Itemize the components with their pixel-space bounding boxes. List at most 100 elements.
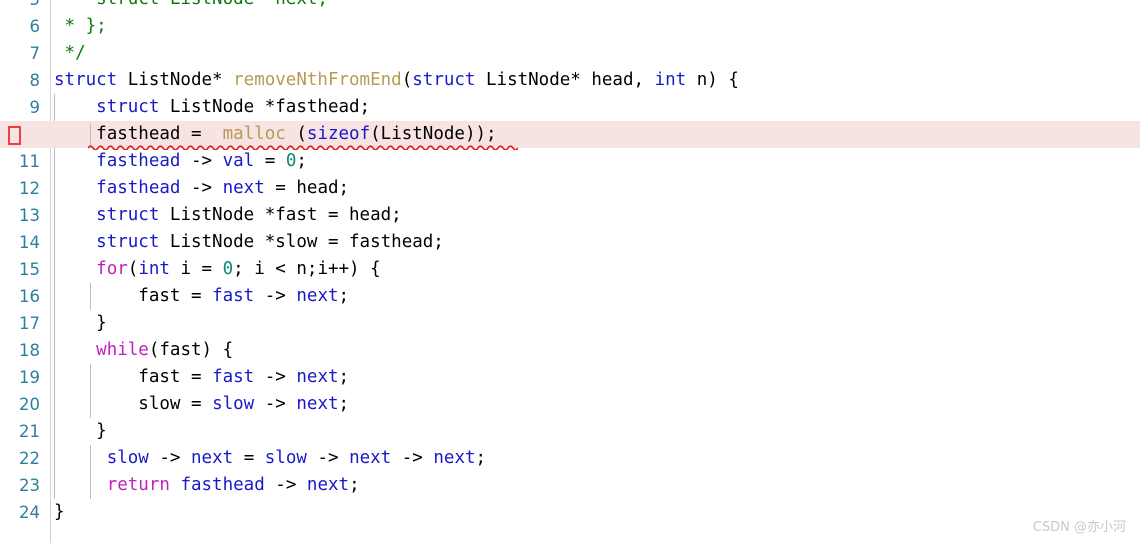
code-line[interactable]: 8 struct ListNode* removeNthFromEnd(stru… [0, 67, 1140, 94]
token-type: ListNode* [117, 70, 234, 90]
token-variable: fast [212, 367, 255, 387]
token-tail: ) { [201, 340, 234, 360]
token-arrow: -> [180, 178, 223, 198]
line-content: slow -> next = slow -> next -> next; [54, 445, 486, 472]
token-keyword-while: while [96, 340, 149, 360]
token-field: next [296, 394, 339, 414]
line-content: fast = fast -> next; [54, 283, 349, 310]
line-content: struct ListNode *next; [54, 0, 328, 13]
code-line[interactable]: 21 } [0, 418, 1140, 445]
token-keyword-for: for [96, 259, 128, 279]
token-paren: ( [148, 340, 160, 360]
token-operator: = [180, 286, 213, 306]
token-field: next [433, 448, 476, 468]
code-editor[interactable]: 5 struct ListNode *next; 6 * }; 7 */ 8 s… [0, 0, 1140, 543]
token-field: next [349, 448, 392, 468]
token-keyword-return: return [106, 475, 170, 495]
code-line[interactable]: 17 } [0, 310, 1140, 337]
line-content: struct ListNode* removeNthFromEnd(struct… [54, 67, 739, 94]
token-keyword-struct: struct [412, 70, 476, 90]
token-init: i = [169, 259, 223, 279]
line-content: fasthead = malloc (sizeof(ListNode)); [54, 121, 497, 148]
line-number: 24 [19, 503, 40, 522]
code-lines-container[interactable]: 5 struct ListNode *next; 6 * }; 7 */ 8 s… [0, 0, 1140, 526]
line-content: * }; [54, 16, 107, 36]
token-arrow: -> [306, 448, 350, 468]
token-arrow: -> [254, 394, 297, 414]
token-variable: slow [106, 448, 149, 468]
token-assign-target: fast [138, 367, 181, 387]
token-keyword-struct: struct [54, 70, 118, 90]
token-semicolon: ; [296, 151, 307, 171]
code-line-error[interactable]: fasthead = malloc (sizeof(ListNode)); [0, 121, 1140, 150]
line-number: 6 [29, 17, 41, 36]
line-number: 19 [19, 368, 40, 387]
token-keyword-int: int [138, 259, 170, 279]
token-variable: slow [264, 448, 307, 468]
code-line[interactable]: 16 fast = fast -> next; [0, 283, 1140, 310]
token-field: next [222, 178, 265, 198]
line-content: fast = fast -> next; [54, 364, 349, 391]
code-line[interactable]: 12 fasthead -> next = head; [0, 175, 1140, 202]
token-assign-target: fast [138, 286, 181, 306]
token-field: next [296, 286, 339, 306]
line-number: 17 [19, 314, 40, 333]
code-line[interactable]: 6 * }; [0, 13, 1140, 40]
code-line[interactable]: 18 while(fast) { [0, 337, 1140, 364]
token-field: val [222, 151, 255, 171]
token-keyword-struct: struct [96, 97, 160, 117]
line-number: 13 [19, 206, 40, 225]
line-number: 22 [19, 449, 40, 468]
line-content: fasthead -> next = head; [54, 175, 349, 202]
token-field: next [296, 367, 339, 387]
code-line[interactable]: 20 slow = slow -> next; [0, 391, 1140, 418]
token-operator: = [180, 367, 213, 387]
line-number: 11 [19, 152, 40, 171]
line-content: fasthead -> val = 0; [54, 148, 307, 175]
token-arrow: -> [391, 448, 434, 468]
token-tail: (ListNode)); [370, 124, 497, 144]
line-content: } [54, 499, 65, 526]
code-line[interactable]: 9 struct ListNode *fasthead; [0, 94, 1140, 121]
code-line[interactable]: 11 fasthead -> val = 0; [0, 148, 1140, 175]
code-line[interactable]: 15 for(int i = 0; i < n;i++) { [0, 256, 1140, 283]
token-brace: } [96, 421, 107, 441]
token-paren: ( [285, 124, 307, 144]
token-operator: = [233, 448, 265, 468]
token-variable: fasthead [96, 178, 181, 198]
code-line[interactable]: 14 struct ListNode *slow = fasthead; [0, 229, 1140, 256]
code-line[interactable]: 22 slow -> next = slow -> next -> next; [0, 445, 1140, 472]
code-line[interactable]: 19 fast = fast -> next; [0, 364, 1140, 391]
token-arrow: -> [148, 448, 191, 468]
code-line[interactable]: 24 } [0, 499, 1140, 526]
token-arrow: -> [254, 286, 297, 306]
token-arrow: -> [264, 475, 307, 495]
line-number: 20 [19, 395, 40, 414]
token-function-name: removeNthFromEnd [233, 70, 402, 90]
token-variable: fast [212, 286, 255, 306]
token-variable: fasthead [96, 124, 181, 144]
line-number: 21 [19, 422, 40, 441]
line-number: 12 [19, 179, 40, 198]
token-param: ListNode* head, [475, 70, 655, 90]
token-field: next [306, 475, 350, 495]
token-paren: ( [401, 70, 413, 90]
token-decl: ListNode *fasthead; [159, 97, 371, 117]
token-tail: n) { [686, 70, 739, 90]
code-line[interactable]: 23 return fasthead -> next; [0, 472, 1140, 499]
code-line[interactable]: 5 struct ListNode *next; [0, 0, 1140, 13]
line-content: while(fast) { [54, 337, 233, 364]
code-line[interactable]: 13 struct ListNode *fast = head; [0, 202, 1140, 229]
token-variable: fast [159, 340, 202, 360]
token-arrow: -> [180, 151, 223, 171]
token-operator: = [180, 124, 223, 144]
line-number: 15 [19, 260, 40, 279]
error-marker-icon[interactable] [8, 126, 21, 145]
token-decl: ListNode *fast = head; [159, 205, 402, 225]
code-line[interactable]: 7 */ [0, 40, 1140, 67]
token-field: next [191, 448, 234, 468]
token-operator: = [264, 178, 297, 198]
token-number: 0 [222, 259, 234, 279]
token-paren: ( [127, 259, 139, 279]
